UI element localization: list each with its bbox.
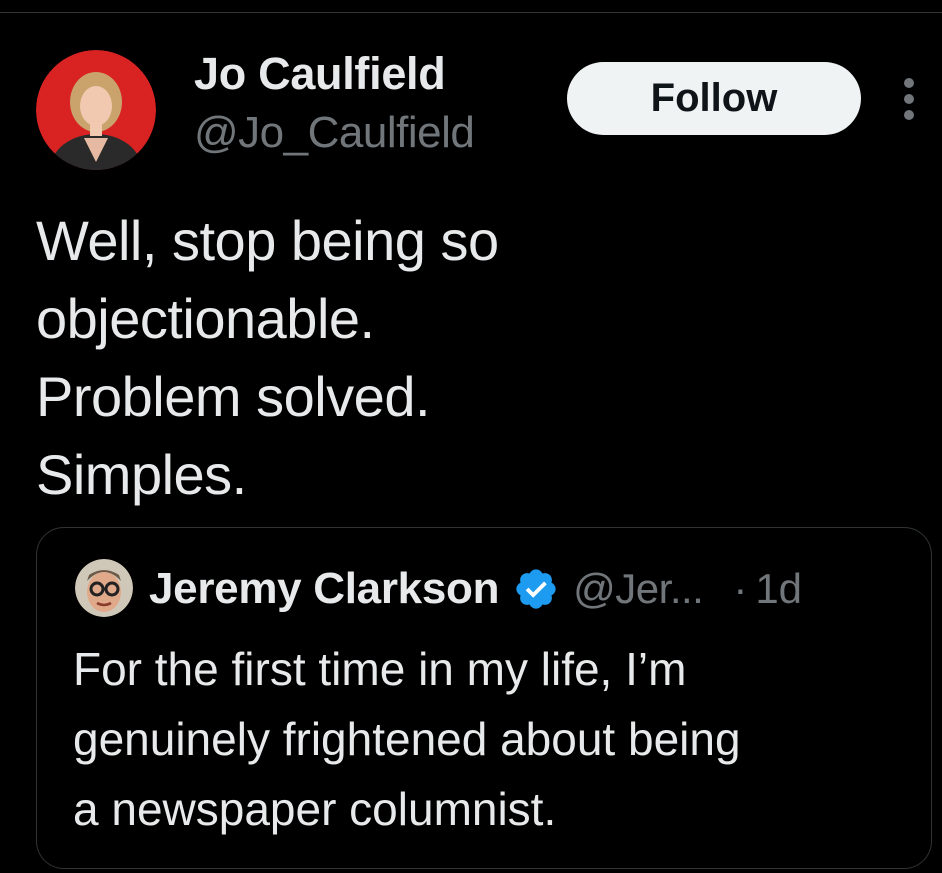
quoted-tweet-text: For the first time in my life, I’m genui… <box>73 634 913 844</box>
author-avatar[interactable] <box>36 50 156 170</box>
quoted-author-avatar[interactable] <box>75 559 133 617</box>
quoted-author-name[interactable]: Jeremy Clarkson <box>149 564 499 614</box>
author-display-name[interactable]: Jo Caulfield <box>194 48 446 100</box>
quoted-text-line: genuinely frightened about being <box>73 713 741 765</box>
quoted-tweet-card[interactable]: Jeremy Clarkson @Jer... · 1d For the fir… <box>36 527 932 869</box>
quoted-text-line: a newspaper columnist. <box>73 783 557 835</box>
verified-badge-icon <box>513 566 559 612</box>
tweet-text-line: objectionable. <box>36 287 375 350</box>
author-handle[interactable]: @Jo_Caulfield <box>194 108 475 158</box>
profile-photo-avatar-icon <box>75 559 133 617</box>
top-divider <box>0 12 942 13</box>
quoted-tweet-header: Jeremy Clarkson @Jer... · 1d <box>149 562 802 616</box>
follow-button[interactable]: Follow <box>567 62 861 135</box>
tweet-text-line: Problem solved. <box>36 365 431 428</box>
tweet-text-line: Simples. <box>36 443 247 506</box>
quoted-text-line: For the first time in my life, I’m <box>73 643 687 695</box>
separator-dot: · <box>733 565 748 612</box>
tweet-text: Well, stop being so objectionable. Probl… <box>36 202 896 514</box>
quoted-tweet-timestamp[interactable]: 1d <box>755 565 802 613</box>
quoted-author-handle[interactable]: @Jer... <box>573 565 704 613</box>
more-options-icon[interactable] <box>896 76 922 122</box>
tweet-text-line: Well, stop being so <box>36 209 499 272</box>
profile-photo-avatar-icon <box>36 50 156 170</box>
